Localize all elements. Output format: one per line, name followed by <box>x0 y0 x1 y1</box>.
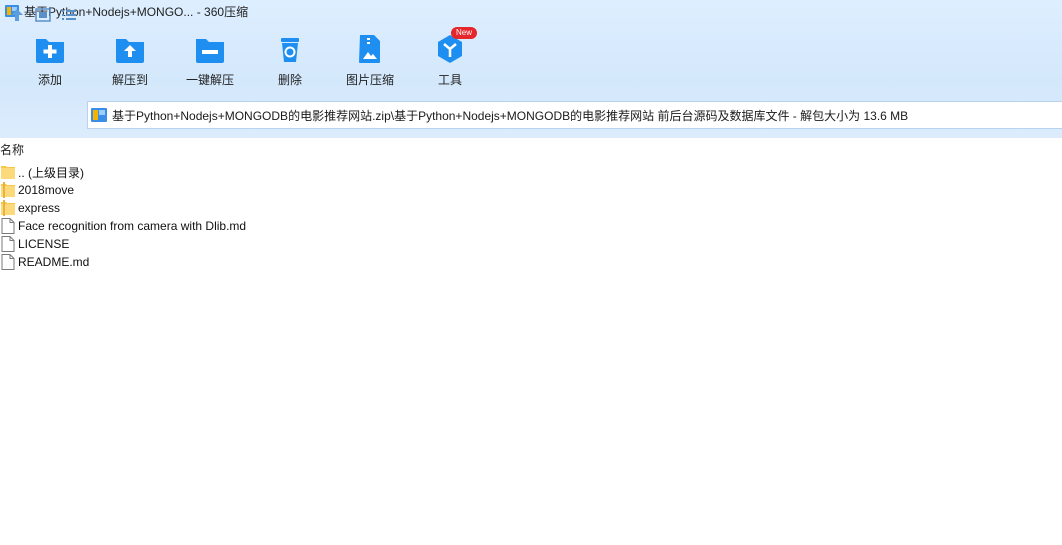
list-item[interactable]: README.md <box>0 253 1062 271</box>
one-click-extract-icon <box>196 39 224 63</box>
column-name-label: 名称 <box>0 142 25 157</box>
add-button[interactable]: 添加 <box>10 26 90 92</box>
extract-to-button[interactable]: 解压到 <box>90 26 170 92</box>
list-item[interactable]: express <box>0 199 1062 217</box>
item-name: README.md <box>18 255 90 269</box>
image-compress-label: 图片压缩 <box>345 73 394 87</box>
item-name: Face recognition from camera with Dlib.m… <box>18 219 247 233</box>
list-item[interactable]: 2018move <box>0 181 1062 199</box>
one-click-extract-label: 一键解压 <box>185 73 234 87</box>
address-path: 基于Python+Nodejs+MONGODB的电影推荐网站.zip\基于Pyt… <box>112 108 909 123</box>
add-icon <box>36 39 64 63</box>
item-name: .. (上级目录) <box>18 165 84 180</box>
title-bar: 基于Python+Nodejs+MONGO... - 360压缩 <box>0 0 1062 22</box>
extract-to-icon <box>116 39 144 63</box>
list-item[interactable]: LICENSE <box>0 235 1062 253</box>
image-compress-icon <box>359 35 380 63</box>
delete-label: 删除 <box>277 73 302 87</box>
item-name: 2018move <box>18 183 75 197</box>
add-label: 添加 <box>37 73 62 87</box>
delete-icon <box>281 38 299 62</box>
address-bar[interactable]: 基于Python+Nodejs+MONGODB的电影推荐网站.zip\基于Pyt… <box>87 101 1062 129</box>
image-compress-button[interactable]: 图片压缩 <box>330 26 410 92</box>
list-view-icon[interactable] <box>60 6 78 24</box>
up-level-icon[interactable] <box>8 6 26 24</box>
thumbnail-view-icon[interactable] <box>34 6 52 24</box>
folder-icon <box>1 166 15 179</box>
list-item[interactable]: .. (上级目录) <box>0 163 1062 181</box>
list-item[interactable]: Face recognition from camera with Dlib.m… <box>0 217 1062 235</box>
window-title: 基于Python+Nodejs+MONGO... - 360压缩 <box>24 4 249 19</box>
item-name: express <box>18 201 61 215</box>
column-header-name[interactable]: 名称 <box>0 140 1062 158</box>
top-panel: 基于Python+Nodejs+MONGO... - 360压缩 添加 解压到 … <box>0 0 1062 138</box>
extract-to-label: 解压到 <box>111 73 148 87</box>
folder-icon <box>1 182 15 198</box>
archive-icon <box>91 108 107 122</box>
one-click-extract-button[interactable]: 一键解压 <box>170 26 250 92</box>
toolbar: 添加 解压到 一键解压 删除 图片压缩 New 工具 <box>10 26 490 92</box>
item-name: LICENSE <box>18 237 70 251</box>
delete-button[interactable]: 删除 <box>250 26 330 92</box>
tools-label: 工具 <box>437 73 462 87</box>
tools-button[interactable]: New 工具 <box>410 26 490 92</box>
file-list: .. (上级目录) 2018move express Face recognit… <box>0 163 1062 271</box>
tools-icon-wrap: New <box>433 27 478 66</box>
file-icon <box>1 254 15 270</box>
file-icon <box>1 218 15 234</box>
file-icon <box>1 236 15 252</box>
new-badge: New <box>451 27 478 39</box>
folder-icon <box>1 200 15 216</box>
